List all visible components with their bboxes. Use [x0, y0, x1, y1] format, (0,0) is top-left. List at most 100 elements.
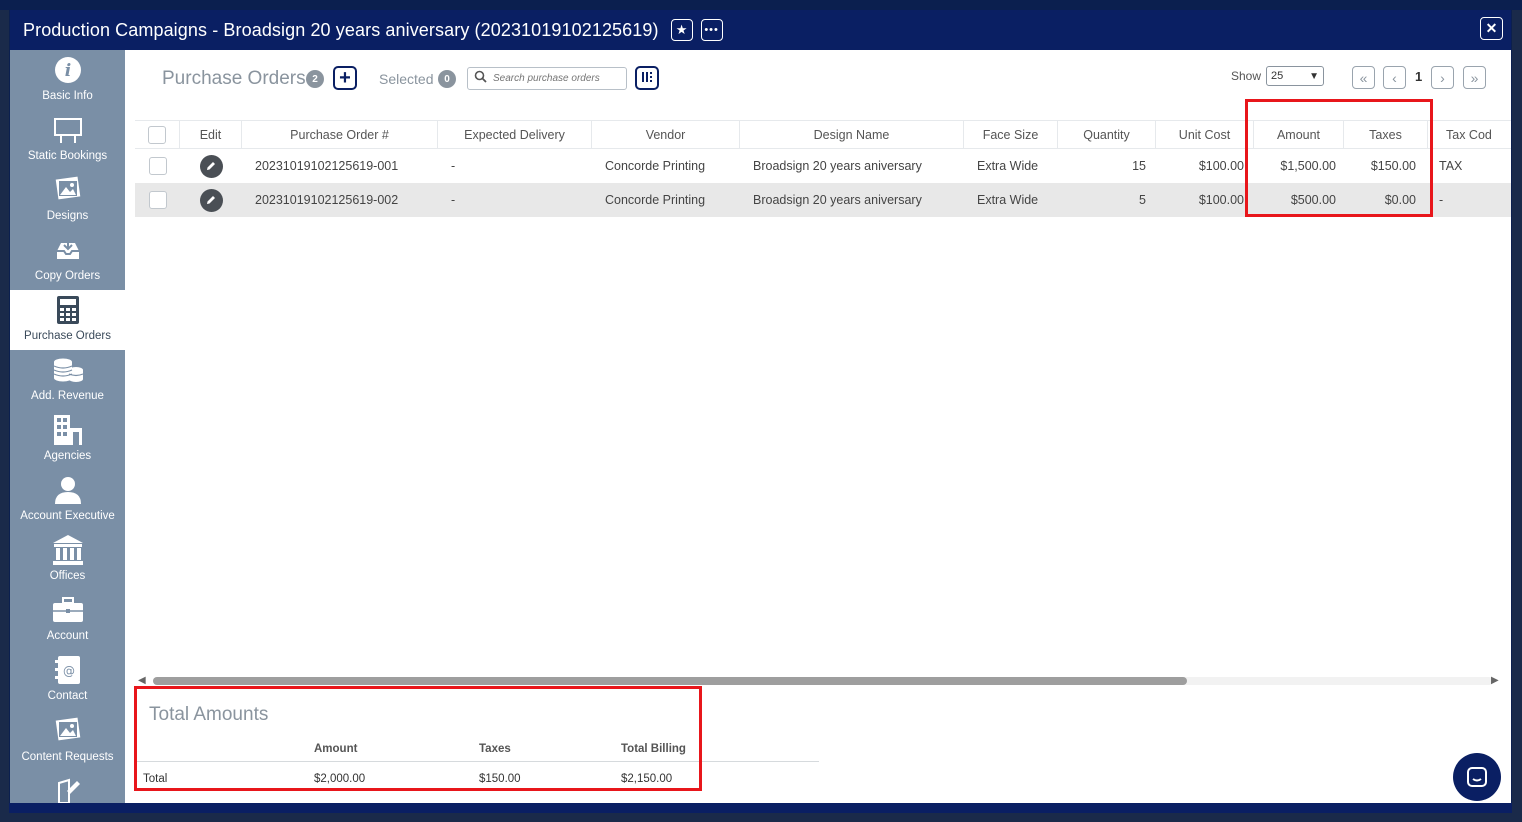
coins-icon [52, 354, 84, 386]
pencil-icon [207, 162, 215, 170]
column-header[interactable]: Design Name [740, 121, 964, 148]
column-header[interactable]: Expected Delivery [438, 121, 592, 148]
scroll-right-icon[interactable]: ▶ [1491, 675, 1499, 686]
grid-header: Edit Purchase Order # Expected Delivery … [135, 120, 1511, 149]
table-row[interactable]: 20231019102125619-002 - Concorde Printin… [135, 183, 1511, 217]
search-icon [474, 70, 487, 88]
briefcase-icon [52, 594, 84, 626]
image-icon [53, 174, 83, 206]
sidebar-item-add-revenue[interactable]: Add. Revenue [10, 350, 125, 410]
calculator-icon [55, 294, 81, 326]
totals-header-total-billing: Total Billing [621, 742, 686, 755]
column-header[interactable]: Purchase Order # [242, 121, 438, 148]
sidebar-item-designs[interactable]: Designs [10, 170, 125, 230]
amount: $500.00 [1290, 193, 1336, 207]
main-content: Purchase Orders 2 + Selected 0 Show 25 [125, 50, 1511, 806]
sidebar-item-label: Designs [46, 210, 89, 222]
edit-button[interactable] [199, 154, 223, 178]
row-checkbox[interactable] [148, 191, 167, 209]
totals-panel: Total Amounts Amount Taxes Total Billing… [135, 696, 825, 806]
window-title: Production Campaigns - Broadsign 20 year… [23, 19, 659, 40]
sidebar-item-contact[interactable]: @ Contact [10, 650, 125, 710]
double-chevron-left-icon: « [1359, 69, 1368, 86]
column-header[interactable]: Quantity [1058, 121, 1156, 148]
more-button[interactable]: ••• [700, 19, 723, 41]
sidebar-item-content-requests[interactable]: Content Requests [10, 711, 125, 771]
column-header[interactable]: Amount [1254, 121, 1344, 148]
bottom-bar [9, 803, 1512, 813]
vendor: Concorde Printing [605, 193, 706, 207]
expected-delivery: - [451, 159, 456, 173]
horizontal-scrollbar[interactable]: ◀ ▶ [135, 672, 1503, 690]
next-page-button[interactable]: › [1431, 66, 1454, 89]
taxes: $150.00 [1370, 159, 1416, 173]
sidebar-item-agencies[interactable]: Agencies [10, 410, 125, 470]
column-header[interactable]: Edit [180, 121, 242, 148]
select-all-checkbox[interactable] [148, 125, 166, 144]
sidebar-item-account[interactable]: Account [10, 590, 125, 650]
sidebar-item-offices[interactable]: Offices [10, 530, 125, 590]
toolbar: Purchase Orders 2 + Selected 0 Show 25 [125, 50, 1511, 120]
chat-button[interactable] [1453, 753, 1501, 801]
first-page-button[interactable]: « [1352, 66, 1375, 89]
totals-title: Total Amounts [149, 704, 269, 725]
totals-row: Total $2,000.00 $150.00 $2,150.00 [135, 762, 819, 796]
column-header[interactable]: Unit Cost [1156, 121, 1254, 148]
bank-icon [52, 534, 84, 566]
tax-code: - [1439, 193, 1444, 207]
edit-cell [180, 183, 242, 217]
face-size: Extra Wide [977, 159, 1039, 173]
unit-cost: $100.00 [1198, 193, 1244, 207]
person-icon [53, 474, 83, 506]
page-size-select[interactable]: 25 ▼ [1266, 66, 1324, 86]
expected-delivery: - [451, 193, 456, 207]
totals-header: Amount Taxes Total Billing [135, 736, 819, 762]
scroll-thumb[interactable] [153, 677, 1187, 685]
quantity: 15 [1132, 159, 1146, 173]
add-purchase-order-button[interactable]: + [333, 66, 357, 90]
design-name: Broadsign 20 years aniversary [753, 159, 922, 173]
sidebar-item-label: Contact [47, 690, 88, 702]
billboard-icon [53, 114, 83, 146]
image-icon [53, 715, 83, 747]
address-book-icon: @ [54, 654, 82, 686]
close-button[interactable]: ✕ [1480, 17, 1503, 40]
row-checkbox-cell [135, 183, 180, 217]
column-header[interactable]: Taxes [1344, 121, 1428, 148]
amount: $1,500.00 [1280, 159, 1336, 173]
last-page-button[interactable]: » [1463, 66, 1486, 89]
tax-code: TAX [1439, 159, 1463, 173]
selected-label: Selected [379, 71, 434, 87]
prev-page-button[interactable]: ‹ [1383, 66, 1406, 89]
total-taxes: $150.00 [479, 773, 521, 785]
sidebar-item-static-bookings[interactable]: Static Bookings [10, 110, 125, 170]
chevron-right-icon: › [1440, 69, 1445, 86]
favorite-button[interactable]: ★ [670, 19, 693, 41]
total-amount: $2,000.00 [314, 773, 366, 785]
search-input[interactable] [493, 73, 613, 84]
totals-row-label: Total [143, 773, 168, 785]
chevron-down-icon: ▼ [1309, 70, 1319, 82]
column-header[interactable]: Face Size [964, 121, 1058, 148]
quantity: 5 [1139, 193, 1146, 207]
selected-count-badge: 0 [438, 70, 456, 88]
columns-button[interactable] [635, 66, 659, 90]
star-icon: ★ [675, 22, 688, 37]
column-header[interactable]: Tax Cod [1428, 121, 1511, 148]
sidebar-item-copy-orders[interactable]: Copy Orders [10, 230, 125, 290]
sidebar-item-account-executive[interactable]: Account Executive [10, 470, 125, 530]
edit-button[interactable] [199, 188, 223, 212]
double-chevron-right-icon: » [1470, 69, 1479, 86]
sidebar-item-label: Content Requests [21, 751, 114, 763]
sidebar-item-basic-info[interactable]: i Basic Info [10, 50, 125, 110]
sidebar-item-label: Purchase Orders [24, 330, 111, 342]
current-page: 1 [1415, 69, 1423, 84]
row-checkbox[interactable] [148, 157, 167, 175]
scroll-left-icon[interactable]: ◀ [138, 675, 146, 686]
sidebar-item-purchase-orders[interactable]: Purchase Orders [10, 290, 125, 350]
column-header[interactable]: Vendor [592, 121, 740, 148]
modal-window: Production Campaigns - Broadsign 20 year… [9, 9, 1512, 813]
sidebar-item-label: Offices [49, 570, 86, 582]
sidebar-item-label: Agencies [43, 450, 92, 462]
table-row[interactable]: 20231019102125619-001 - Concorde Printin… [135, 149, 1511, 183]
